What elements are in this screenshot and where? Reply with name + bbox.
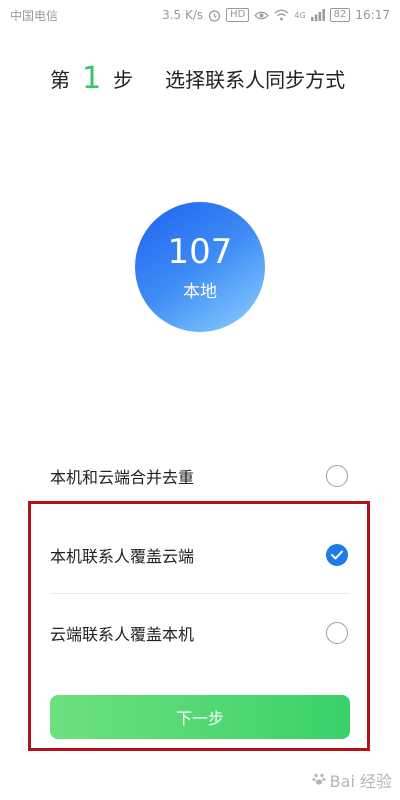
contacts-label: 本地 (183, 281, 217, 302)
hd-badge: HD (226, 8, 250, 22)
alarm-icon (208, 9, 221, 22)
step-suffix: 步 (113, 67, 134, 92)
clock: 16:17 (355, 8, 390, 22)
status-indicators: 3.5 K/s HD 4G 82 16:17 (162, 8, 390, 22)
battery-indicator: 82 (329, 8, 351, 22)
watermark-text: Bai 经验 (329, 772, 392, 791)
signal-icon (310, 9, 325, 21)
contacts-count: 107 (167, 231, 233, 272)
step-number: 1 (82, 60, 102, 96)
status-bar: 中国电信 3.5 K/s HD 4G 82 16:17 (0, 0, 400, 30)
signal-tag: 4G (294, 10, 306, 20)
next-step-button[interactable]: 下一步 (50, 695, 350, 739)
local-contacts-circle: 107 本地 (135, 202, 265, 332)
carrier-label: 中国电信 (10, 8, 59, 23)
paw-icon (312, 771, 326, 790)
page-title: 选择联系人同步方式 (165, 67, 346, 92)
step-prefix: 第 (50, 67, 70, 92)
watermark: Bai 经验 (312, 768, 392, 792)
radio-unchecked-icon[interactable] (326, 465, 348, 487)
option-merge-dedupe[interactable]: 本机和云端合并去重 (50, 448, 350, 504)
option-label: 本机和云端合并去重 (50, 468, 195, 487)
eye-icon (254, 10, 270, 21)
step-header: 第 1 步 选择联系人同步方式 (50, 58, 360, 98)
wifi-icon (274, 9, 289, 21)
network-speed: 3.5 K/s (162, 8, 204, 22)
